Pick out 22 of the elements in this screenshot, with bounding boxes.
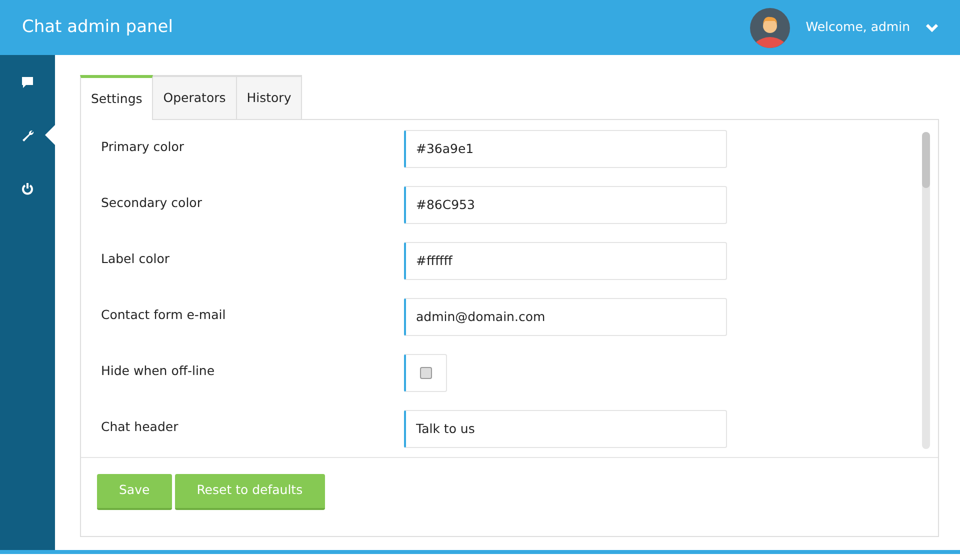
avatar[interactable] (750, 8, 790, 48)
field-label: Label color (101, 250, 170, 268)
checkbox[interactable] (420, 366, 432, 379)
field-label: Primary color (101, 138, 186, 156)
app-title: Chat admin panel (22, 16, 173, 39)
tab[interactable]: Settings (80, 75, 154, 120)
tab[interactable]: History (236, 75, 302, 119)
scrollbar[interactable] (922, 132, 930, 449)
input-field[interactable]: #36a9e1 (404, 130, 727, 168)
chat-icon (21, 76, 34, 88)
input-field[interactable]: Talk to us (404, 410, 727, 448)
field-label: Contact form e-mail (101, 306, 227, 324)
power-icon (21, 182, 34, 194)
input-field[interactable]: #ffffff (404, 242, 727, 280)
field-label: Hide when off-line (101, 362, 216, 380)
input-field[interactable]: admin@domain.com (404, 298, 727, 336)
tab[interactable]: Operators (152, 75, 237, 119)
chevron-down-icon[interactable] (926, 23, 938, 32)
field-label: Secondary color (101, 194, 203, 212)
wrench-icon (21, 128, 34, 142)
field-label: Chat header (101, 418, 180, 436)
input-field[interactable]: #86C953 (404, 186, 727, 224)
